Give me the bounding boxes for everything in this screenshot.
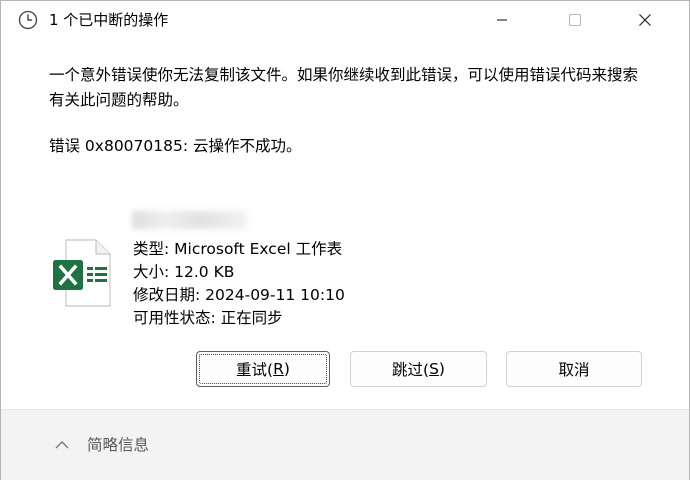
skip-accesskey: S [429, 360, 439, 378]
file-modified-date: 修改日期: 2024-09-11 10:10 [133, 286, 345, 304]
close-button[interactable] [622, 1, 668, 39]
title-bar[interactable]: 1 个已中断的操作 [1, 1, 689, 39]
file-size: 大小: 12.0 KB [133, 263, 235, 281]
file-type: 类型: Microsoft Excel 工作表 [133, 240, 343, 258]
skip-label: 跳过( [392, 361, 430, 379]
details-toggle-bar[interactable]: 简略信息 [1, 409, 689, 480]
file-name-redacted [132, 211, 247, 229]
minimize-icon [497, 19, 507, 21]
excel-file-icon [53, 239, 111, 307]
skip-button[interactable]: 跳过(S) [350, 351, 487, 387]
error-code-line: 错误 0x80070185: 云操作不成功。 [49, 137, 302, 155]
close-icon [639, 14, 651, 26]
error-dialog: 1 个已中断的操作 一个意外错误使你无法复制该文件。如果你继续收到此错误，可以使… [0, 0, 690, 480]
cancel-label: 取消 [558, 361, 590, 379]
fewer-details-link[interactable]: 简略信息 [87, 434, 149, 456]
file-details: 类型: Microsoft Excel 工作表 大小: 12.0 KB 修改日期… [133, 238, 345, 330]
error-message: 一个意外错误使你无法复制该文件。如果你继续收到此错误，可以使用错误代码来搜索有关… [49, 66, 639, 109]
minimize-button[interactable] [479, 1, 525, 39]
window-title: 1 个已中断的操作 [49, 11, 169, 29]
cancel-button[interactable]: 取消 [506, 351, 642, 387]
skip-label-close: ) [438, 360, 445, 378]
retry-button[interactable]: 重试(R) [196, 351, 330, 387]
clock-icon [18, 10, 38, 30]
retry-label: 重试( [236, 361, 274, 379]
maximize-button[interactable] [552, 1, 598, 39]
dialog-body: 一个意外错误使你无法复制该文件。如果你继续收到此错误，可以使用错误代码来搜索有关… [1, 39, 689, 409]
maximize-icon [568, 13, 582, 27]
chevron-up-icon[interactable] [54, 439, 70, 451]
retry-label-close: ) [283, 360, 290, 378]
retry-accesskey: R [273, 360, 284, 378]
file-availability-status: 可用性状态: 正在同步 [133, 309, 283, 327]
